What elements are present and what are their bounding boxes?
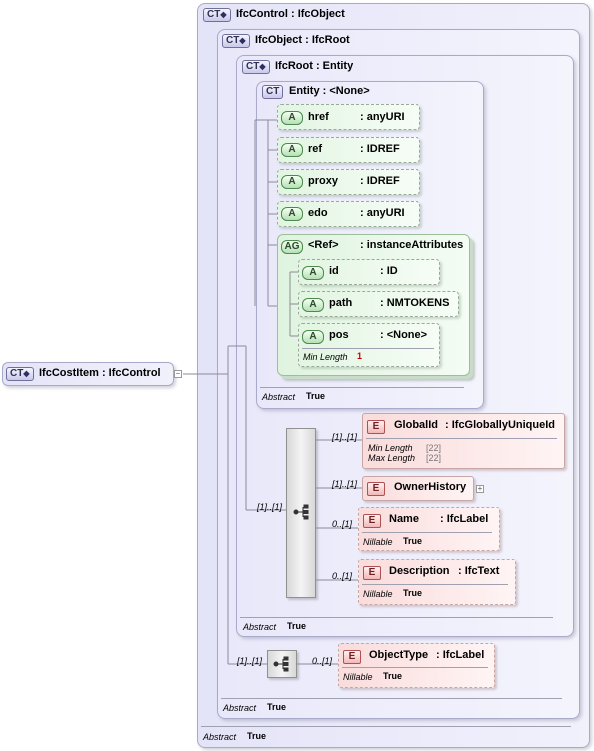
element-occurrence: 0..[1] xyxy=(312,656,333,666)
minus-icon[interactable]: − xyxy=(174,370,182,378)
divider xyxy=(221,698,562,699)
root-type-title: IfcCostItem : IfcControl xyxy=(39,367,161,379)
element-type: : IfcLabel xyxy=(436,649,485,661)
ct-badge-icon: CT◆ xyxy=(6,367,34,381)
divider xyxy=(342,667,488,668)
facet-label: Nillable xyxy=(343,672,373,682)
abstract-label: Abstract xyxy=(203,732,237,742)
abstract-label: Abstract xyxy=(223,703,257,713)
facet-value: True xyxy=(383,671,403,681)
element-name: ObjectType xyxy=(369,649,429,661)
abstract-value: True xyxy=(247,731,267,741)
divider xyxy=(201,726,571,727)
element-icon: E xyxy=(343,650,361,664)
abstract-value: True xyxy=(267,702,287,712)
